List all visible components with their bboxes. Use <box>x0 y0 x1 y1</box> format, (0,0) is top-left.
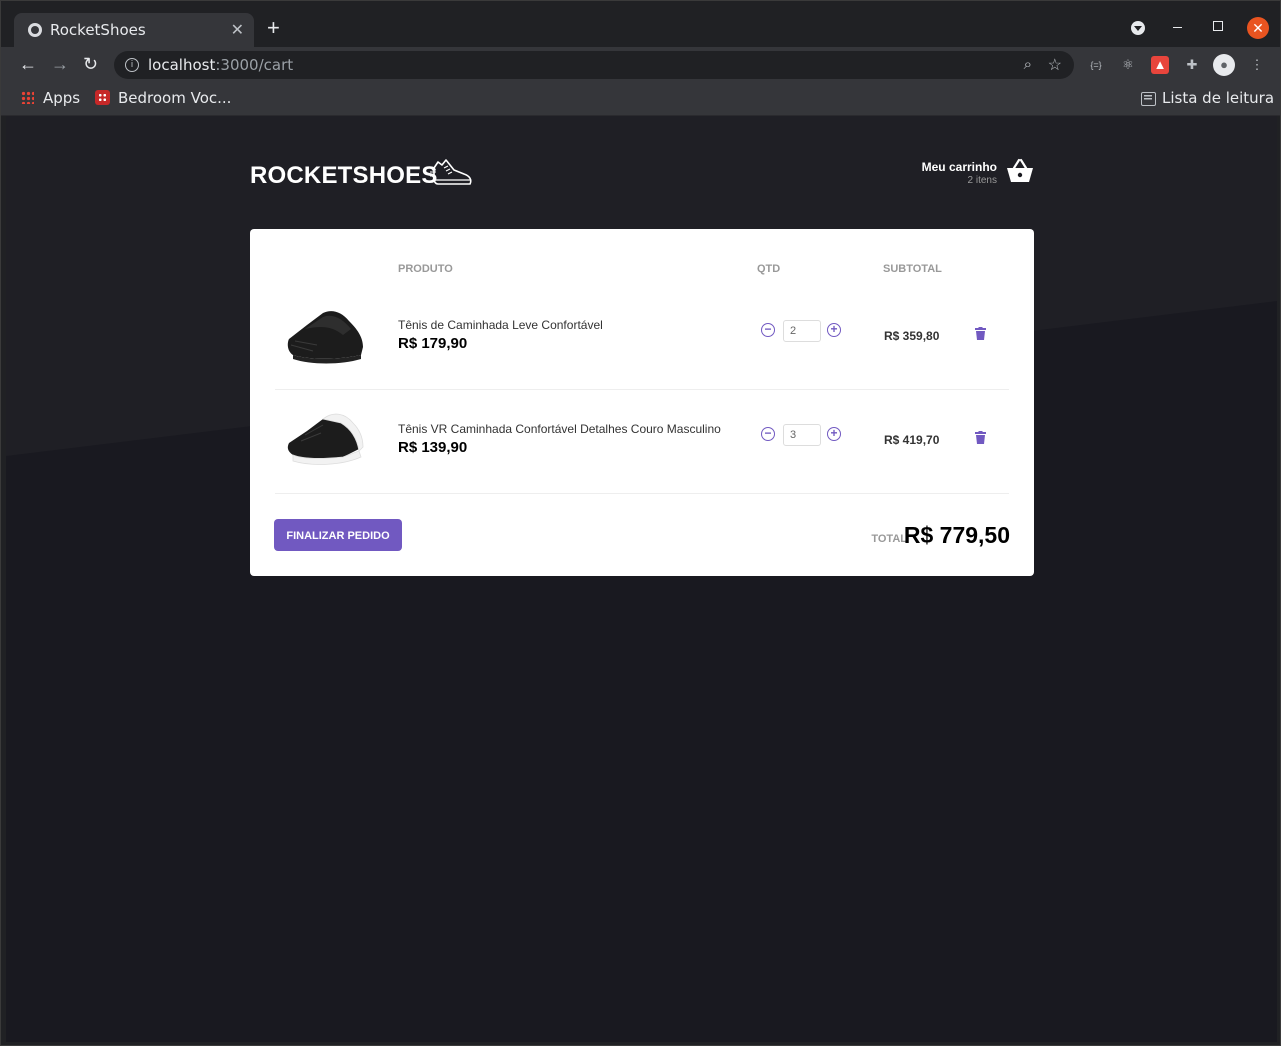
address-bar[interactable]: i localhost:3000/cart ⌕ ☆ <box>114 51 1074 79</box>
increase-qty-button[interactable]: + <box>827 323 841 337</box>
trash-icon[interactable] <box>975 327 986 340</box>
profile-avatar-icon[interactable]: ● <box>1213 54 1235 76</box>
reload-icon[interactable]: ↻ <box>83 55 98 73</box>
forward-arrow-icon[interactable]: → <box>51 55 69 73</box>
basket-icon <box>1007 158 1033 182</box>
sneaker-logo-icon <box>430 159 472 185</box>
bookmark-star-icon[interactable]: ☆ <box>1048 55 1062 75</box>
column-product: PRODUTO <box>398 263 453 275</box>
column-qty: QTD <box>757 263 781 275</box>
item-subtotal: R$ 419,70 <box>884 433 940 447</box>
reading-list-icon <box>1141 92 1156 106</box>
minimize-button[interactable] <box>1173 27 1182 28</box>
browser-toolbar: ← → ↻ i localhost:3000/cart ⌕ ☆ {=} ⚛ ▲ … <box>1 47 1280 83</box>
cart-item-count: 2 itens <box>967 175 997 186</box>
globe-icon <box>28 23 42 37</box>
site-info-icon[interactable]: i <box>125 58 139 72</box>
site-header: ROCKETSHOES Meu carrinho 2 itens <box>250 150 1034 210</box>
table-row: Tênis de Caminhada Leve Confortável R$ 1… <box>275 285 1009 390</box>
tab-close-icon[interactable]: ✕ <box>231 20 244 40</box>
tab-rocketshoes[interactable]: RocketShoes ✕ <box>14 13 254 47</box>
product-price: R$ 179,90 <box>398 335 468 352</box>
bookmark-apps[interactable]: Apps <box>43 89 80 107</box>
new-tab-button[interactable]: + <box>267 17 280 39</box>
quantity-input[interactable]: 2 <box>783 320 821 342</box>
url-text: localhost:3000/cart <box>148 56 294 74</box>
tab-title: RocketShoes <box>50 21 146 39</box>
back-arrow-icon[interactable]: ← <box>19 55 37 73</box>
extension-red-icon[interactable]: ▲ <box>1151 56 1169 74</box>
item-subtotal: R$ 359,80 <box>884 329 940 343</box>
product-image <box>287 311 363 364</box>
bookmark-bedroom[interactable]: Bedroom Voc... <box>118 89 231 107</box>
browser-window: RocketShoes ✕ + ✕ ← → ↻ i localhost:3000… <box>0 0 1281 1046</box>
page-content: ROCKETSHOES Meu carrinho 2 itens PRODUTO… <box>6 116 1277 1042</box>
table-row: Tênis VR Caminhada Confortável Detalhes … <box>275 389 1009 494</box>
total-value: R$ 779,50 <box>903 522 1010 548</box>
decrease-qty-button[interactable]: − <box>761 427 775 441</box>
trash-icon[interactable] <box>975 431 986 444</box>
maximize-button[interactable] <box>1213 21 1223 31</box>
close-window-button[interactable]: ✕ <box>1247 17 1269 39</box>
total-label: TOTAL <box>871 533 907 545</box>
quantity-input[interactable]: 3 <box>783 424 821 446</box>
decrease-qty-button[interactable]: − <box>761 323 775 337</box>
extensions-puzzle-icon[interactable]: ✚ <box>1183 56 1201 74</box>
title-bar: RocketShoes ✕ + ✕ <box>1 1 1280 47</box>
tab-search-icon[interactable] <box>1131 21 1145 35</box>
apps-grid-icon <box>21 91 34 104</box>
more-menu-icon[interactable]: ⋮ <box>1248 56 1266 74</box>
reading-list-button[interactable]: Lista de leitura <box>1162 89 1274 107</box>
column-subtotal: SUBTOTAL <box>883 263 942 275</box>
dice-icon <box>95 90 110 105</box>
react-devtools-icon[interactable]: ⚛ <box>1119 56 1137 74</box>
increase-qty-button[interactable]: + <box>827 427 841 441</box>
product-image <box>287 413 364 465</box>
cart-table: PRODUTO QTD SUBTOTAL Tênis de Caminhada … <box>250 229 1034 576</box>
product-name: Tênis VR Caminhada Confortável Detalhes … <box>398 422 721 436</box>
extension-json-icon[interactable]: {=} <box>1087 56 1105 74</box>
logo[interactable]: ROCKETSHOES <box>250 162 438 190</box>
product-price: R$ 139,90 <box>398 439 468 456</box>
bookmarks-bar: Apps Bedroom Voc... Lista de leitura <box>1 83 1280 116</box>
zoom-icon[interactable]: ⌕ <box>1024 56 1032 73</box>
cart-title: Meu carrinho <box>921 160 997 174</box>
cart-link[interactable]: Meu carrinho 2 itens <box>904 156 1034 196</box>
product-name: Tênis de Caminhada Leve Confortável <box>398 318 603 332</box>
finalize-order-button[interactable]: FINALIZAR PEDIDO <box>274 519 402 551</box>
